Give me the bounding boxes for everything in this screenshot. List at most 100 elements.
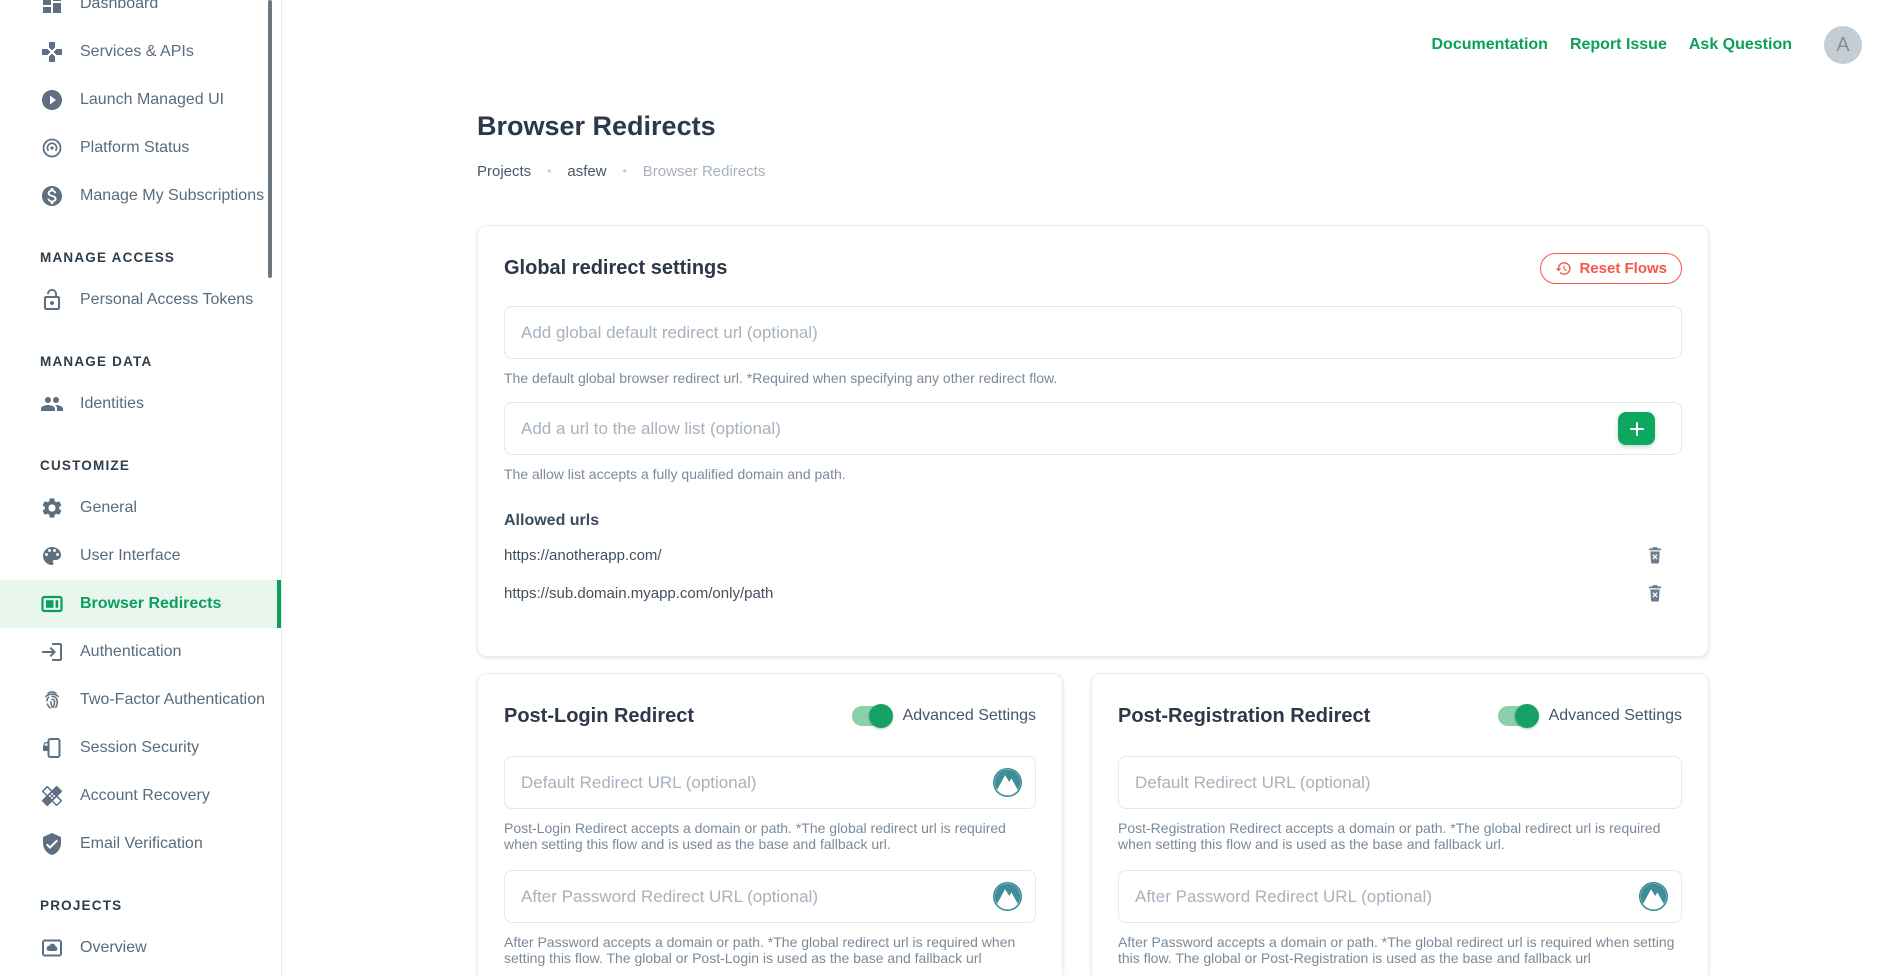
allow-list-help: The allow list accepts a fully qualified… <box>504 466 1682 482</box>
sidebar-item-label: Overview <box>80 939 147 957</box>
dashboard-icon <box>40 0 64 16</box>
sidebar-item-dashboard[interactable]: Dashboard <box>0 0 281 28</box>
sidebar-item-label: Launch Managed UI <box>80 91 224 109</box>
platform-status-icon <box>40 136 64 160</box>
sidebar-item-identities[interactable]: Identities <box>0 380 281 428</box>
lock-open-icon <box>40 288 64 312</box>
post-registration-default-url-input[interactable] <box>1118 756 1682 809</box>
breadcrumb-current: Browser Redirects <box>643 163 766 180</box>
sidebar-item-platform-status[interactable]: Platform Status <box>0 124 281 172</box>
advanced-settings-toggle[interactable] <box>852 706 890 726</box>
sidebar-item-user-interface[interactable]: User Interface <box>0 532 281 580</box>
history-icon <box>1555 260 1572 277</box>
sidebar: Dashboard Services & APIs Launch Managed… <box>0 0 282 975</box>
allowed-url-row: https://sub.domain.myapp.com/only/path <box>504 580 1682 606</box>
gear-icon <box>40 496 64 520</box>
breadcrumb-project-name[interactable]: asfew <box>567 163 606 180</box>
sidebar-item-label: Authentication <box>80 643 181 661</box>
main-content: Documentation Report Issue Ask Question … <box>282 0 1904 975</box>
sidebar-item-label: Account Recovery <box>80 787 210 805</box>
sidebar-item-label: Identities <box>80 395 144 413</box>
sidebar-item-browser-redirects[interactable]: Browser Redirects <box>0 580 281 628</box>
sidebar-nav: Dashboard Services & APIs Launch Managed… <box>0 0 281 972</box>
sidebar-item-account-recovery[interactable]: Account Recovery <box>0 772 281 820</box>
services-apis-icon <box>40 40 64 64</box>
sidebar-section-manage-data: MANAGE DATA <box>0 342 281 380</box>
post-registration-after-help: After Password accepts a domain or path.… <box>1118 934 1682 966</box>
mountain-circle-icon <box>992 767 1023 798</box>
browser-window-icon <box>40 592 64 616</box>
sidebar-item-services-apis[interactable]: Services & APIs <box>0 28 281 76</box>
sidebar-scrollbar-thumb[interactable] <box>268 0 272 278</box>
sidebar-item-two-factor[interactable]: Two-Factor Authentication <box>0 676 281 724</box>
allowed-urls-title: Allowed urls <box>504 512 1682 530</box>
sidebar-item-label: Manage My Subscriptions <box>80 187 264 205</box>
sidebar-item-launch-managed-ui[interactable]: Launch Managed UI <box>0 76 281 124</box>
trash-x-icon <box>1646 591 1664 606</box>
post-login-after-password-input[interactable] <box>504 870 1036 923</box>
people-icon <box>40 392 64 416</box>
breadcrumb-separator: • <box>623 164 627 178</box>
dollar-circle-icon <box>40 184 64 208</box>
documentation-link[interactable]: Documentation <box>1431 36 1547 54</box>
trash-x-icon <box>1646 553 1664 568</box>
reset-flows-button[interactable]: Reset Flows <box>1540 253 1682 284</box>
sidebar-item-manage-my-subscriptions[interactable]: Manage My Subscriptions <box>0 172 281 220</box>
sidebar-item-authentication[interactable]: Authentication <box>0 628 281 676</box>
breadcrumb: Projects • asfew • Browser Redirects <box>477 161 1709 181</box>
post-registration-redirect-card: Post-Registration Redirect Advanced Sett… <box>1091 673 1709 975</box>
advanced-settings-label: Advanced Settings <box>903 707 1036 725</box>
sidebar-item-label: Platform Status <box>80 139 189 157</box>
sidebar-item-overview[interactable]: Overview <box>0 924 281 972</box>
sidebar-item-label: Two-Factor Authentication <box>80 691 265 709</box>
sidebar-item-session-security[interactable]: Session Security <box>0 724 281 772</box>
ask-question-link[interactable]: Ask Question <box>1689 36 1792 54</box>
sidebar-item-label: Browser Redirects <box>80 595 221 613</box>
sidebar-item-email-verification[interactable]: Email Verification <box>0 820 281 868</box>
sidebar-section-manage-access: MANAGE ACCESS <box>0 238 281 276</box>
report-issue-link[interactable]: Report Issue <box>1570 36 1667 54</box>
post-login-default-url-input[interactable] <box>504 756 1036 809</box>
delete-url-button[interactable] <box>1644 581 1666 605</box>
mountain-circle-icon <box>1638 881 1669 912</box>
plus-icon <box>1629 421 1645 437</box>
advanced-settings-toggle[interactable] <box>1498 706 1536 726</box>
login-icon <box>40 640 64 664</box>
advanced-settings-group: Advanced Settings <box>852 706 1036 726</box>
sidebar-item-general[interactable]: General <box>0 484 281 532</box>
global-default-redirect-input[interactable] <box>504 306 1682 359</box>
sidebar-item-label: Session Security <box>80 739 199 757</box>
sidebar-section-customize: CUSTOMIZE <box>0 446 281 484</box>
mountain-circle-icon <box>992 881 1023 912</box>
sidebar-item-personal-access-tokens[interactable]: Personal Access Tokens <box>0 276 281 324</box>
allowed-url-row: https://anotherapp.com/ <box>504 542 1682 568</box>
add-url-button[interactable] <box>1618 412 1655 445</box>
sidebar-section-projects: PROJECTS <box>0 886 281 924</box>
sidebar-item-label: General <box>80 499 137 517</box>
cloud-box-icon <box>40 936 64 960</box>
allowed-url: https://sub.domain.myapp.com/only/path <box>504 585 773 602</box>
palette-icon <box>40 544 64 568</box>
delete-url-button[interactable] <box>1644 543 1666 567</box>
phone-lock-icon <box>40 736 64 760</box>
advanced-settings-label: Advanced Settings <box>1549 707 1682 725</box>
breadcrumb-projects[interactable]: Projects <box>477 163 531 180</box>
reset-flows-label: Reset Flows <box>1579 260 1667 277</box>
post-login-default-help: Post-Login Redirect accepts a domain or … <box>504 820 1036 852</box>
post-login-redirect-card: Post-Login Redirect Advanced Settings Po… <box>477 673 1063 975</box>
healing-icon <box>40 784 64 808</box>
post-login-after-help: After Password accepts a domain or path.… <box>504 934 1036 966</box>
allow-list-url-input[interactable] <box>504 402 1682 455</box>
fingerprint-icon <box>40 688 64 712</box>
sidebar-item-label: User Interface <box>80 547 180 565</box>
global-redirect-settings-card: Global redirect settings Reset Flows The… <box>477 225 1709 657</box>
avatar[interactable]: A <box>1824 26 1862 64</box>
post-registration-title: Post-Registration Redirect <box>1118 705 1370 728</box>
post-registration-default-help: Post-Registration Redirect accepts a dom… <box>1118 820 1682 852</box>
sidebar-item-label: Services & APIs <box>80 43 194 61</box>
global-default-help: The default global browser redirect url.… <box>504 370 1682 386</box>
breadcrumb-separator: • <box>547 164 551 178</box>
post-registration-after-password-input[interactable] <box>1118 870 1682 923</box>
post-login-title: Post-Login Redirect <box>504 705 694 728</box>
sidebar-item-label: Personal Access Tokens <box>80 291 253 309</box>
